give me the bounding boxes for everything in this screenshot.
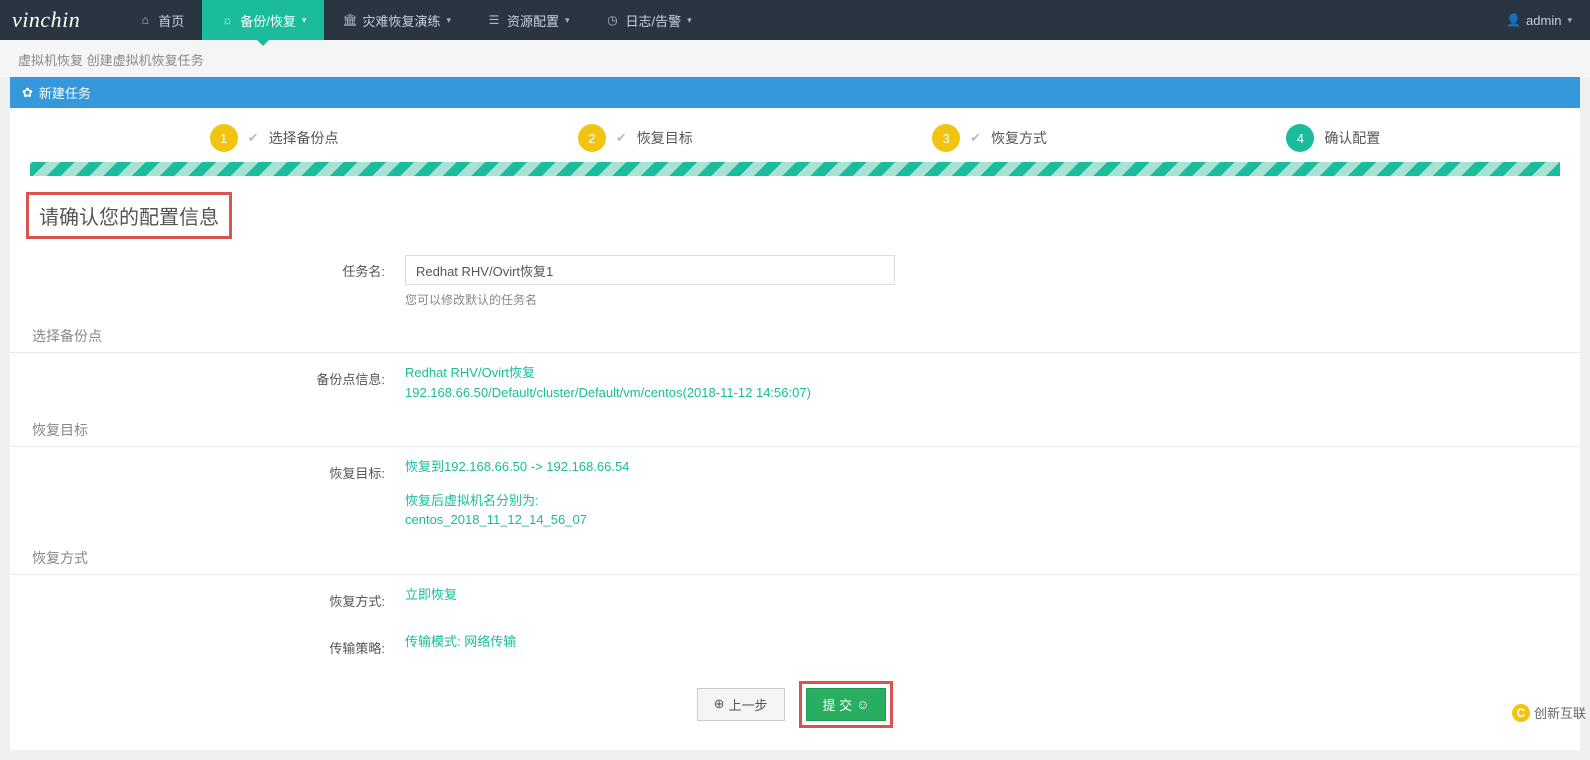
home-icon: ⌂	[138, 13, 152, 27]
nav-resource-label: 资源配置	[507, 11, 559, 30]
step-3: 3 ✔ 恢复方式	[932, 124, 1047, 152]
step-label: 确认配置	[1324, 128, 1380, 148]
backup-point-value: Redhat RHV/Ovirt恢复 192.168.66.50/Default…	[405, 363, 1580, 402]
restore-target-line2: 恢复后虚拟机名分别为:	[405, 491, 1580, 511]
backup-point-header: 选择备份点	[10, 316, 1580, 353]
gear-icon: ✿	[22, 85, 33, 101]
brand-logo: vinchin	[0, 7, 120, 33]
check-icon: ✔	[616, 130, 627, 146]
main-panel: ✿ 新建任务 1 ✔ 选择备份点 2 ✔ 恢复目标 3 ✔ 恢复方式 4 确认配…	[10, 77, 1580, 750]
backup-point-line1: Redhat RHV/Ovirt恢复	[405, 363, 1580, 383]
backup-point-label: 备份点信息:	[10, 363, 405, 402]
nav-drill-label: 灾难恢复演练	[362, 11, 440, 30]
submit-button-label: 提 交	[823, 695, 853, 714]
top-bar: vinchin ⌂ 首页 ☼ 备份/恢复 ▾ 🏛 灾难恢复演练 ▾ ☰ 资源配置…	[0, 0, 1590, 40]
building-icon: 🏛	[342, 13, 356, 27]
step-1: 1 ✔ 选择备份点	[210, 124, 339, 152]
check-icon: ✔	[970, 130, 981, 146]
step-number: 4	[1286, 124, 1314, 152]
nav-log-label: 日志/告警	[626, 11, 682, 30]
nav-log-alert[interactable]: ◷ 日志/告警 ▾	[588, 0, 710, 40]
restore-target-value: 恢复到192.168.66.50 -> 192.168.66.54 恢复后虚拟机…	[405, 457, 1580, 530]
arrow-left-icon: ⊕	[714, 696, 725, 712]
section-title: 请确认您的配置信息	[26, 192, 232, 239]
panel-body: 1 ✔ 选择备份点 2 ✔ 恢复目标 3 ✔ 恢复方式 4 确认配置 请确认您的…	[10, 108, 1580, 750]
chevron-down-icon: ▾	[446, 15, 451, 26]
wizard-footer: ⊕ 上一步 提 交 ☺	[10, 681, 1580, 738]
step-label: 恢复方式	[991, 128, 1047, 148]
restore-mode-value: 立即恢复	[405, 585, 1580, 610]
submit-button[interactable]: 提 交 ☺	[806, 688, 887, 721]
submit-highlight-box: 提 交 ☺	[799, 681, 894, 728]
nav-disaster-drill[interactable]: 🏛 灾难恢复演练 ▾	[324, 0, 469, 40]
step-number: 2	[578, 124, 606, 152]
breadcrumb: 虚拟机恢复 创建虚拟机恢复任务	[0, 40, 1590, 77]
user-menu[interactable]: 👤 admin ▾	[1488, 13, 1590, 28]
step-number: 1	[210, 124, 238, 152]
nav-backup-label: 备份/恢复	[240, 11, 296, 30]
watermark: C 创新互联	[1512, 703, 1586, 722]
nav-home-label: 首页	[158, 11, 184, 30]
transfer-row: 传输策略: 传输模式: 网络传输	[10, 632, 1580, 657]
divider-stripes	[30, 162, 1560, 176]
clock-icon: ◷	[606, 13, 620, 27]
task-name-hint: 您可以修改默认的任务名	[405, 291, 1580, 308]
nav-backup-restore[interactable]: ☼ 备份/恢复 ▾	[202, 0, 324, 40]
step-4-active: 4 确认配置	[1286, 124, 1380, 152]
restore-target-line1: 恢复到192.168.66.50 -> 192.168.66.54	[405, 457, 1580, 477]
chevron-down-icon: ▾	[302, 15, 307, 26]
refresh-icon: ☼	[220, 13, 234, 27]
restore-target-header: 恢复目标	[10, 410, 1580, 447]
check-icon: ✔	[248, 130, 259, 146]
chevron-down-icon: ▾	[687, 15, 692, 26]
prev-button-label: 上一步	[728, 695, 767, 714]
user-icon: 👤	[1506, 13, 1520, 27]
restore-target-row: 恢复目标: 恢复到192.168.66.50 -> 192.168.66.54 …	[10, 457, 1580, 530]
step-2: 2 ✔ 恢复目标	[578, 124, 693, 152]
transfer-label: 传输策略:	[10, 632, 405, 657]
restore-mode-label: 恢复方式:	[10, 585, 405, 610]
task-name-input[interactable]	[405, 255, 895, 285]
prev-button[interactable]: ⊕ 上一步	[697, 688, 785, 721]
step-label: 恢复目标	[637, 128, 693, 148]
nav-home[interactable]: ⌂ 首页	[120, 0, 202, 40]
watermark-text: 创新互联	[1534, 703, 1586, 722]
submit-icon: ☺	[856, 697, 869, 712]
backup-point-line2: 192.168.66.50/Default/cluster/Default/vm…	[405, 383, 1580, 403]
restore-mode-header: 恢复方式	[10, 538, 1580, 575]
panel-header: ✿ 新建任务	[10, 77, 1580, 108]
watermark-icon: C	[1512, 704, 1530, 722]
chevron-down-icon: ▾	[1567, 15, 1572, 26]
task-name-row: 任务名: 您可以修改默认的任务名	[10, 255, 1580, 308]
step-label: 选择备份点	[269, 128, 339, 148]
main-nav: ⌂ 首页 ☼ 备份/恢复 ▾ 🏛 灾难恢复演练 ▾ ☰ 资源配置 ▾ ◷ 日志/…	[120, 0, 709, 40]
wizard-steps: 1 ✔ 选择备份点 2 ✔ 恢复目标 3 ✔ 恢复方式 4 确认配置	[90, 124, 1500, 152]
restore-target-line3: centos_2018_11_12_14_56_07	[405, 510, 1580, 530]
transfer-value: 传输模式: 网络传输	[405, 632, 1580, 657]
chevron-down-icon: ▾	[565, 15, 570, 26]
step-number: 3	[932, 124, 960, 152]
user-name-label: admin	[1526, 13, 1561, 28]
task-name-label: 任务名:	[10, 255, 405, 308]
nav-resource[interactable]: ☰ 资源配置 ▾	[469, 0, 588, 40]
server-icon: ☰	[487, 13, 501, 27]
backup-point-row: 备份点信息: Redhat RHV/Ovirt恢复 192.168.66.50/…	[10, 363, 1580, 402]
restore-mode-row: 恢复方式: 立即恢复	[10, 585, 1580, 610]
panel-title: 新建任务	[39, 83, 91, 102]
restore-target-label: 恢复目标:	[10, 457, 405, 530]
